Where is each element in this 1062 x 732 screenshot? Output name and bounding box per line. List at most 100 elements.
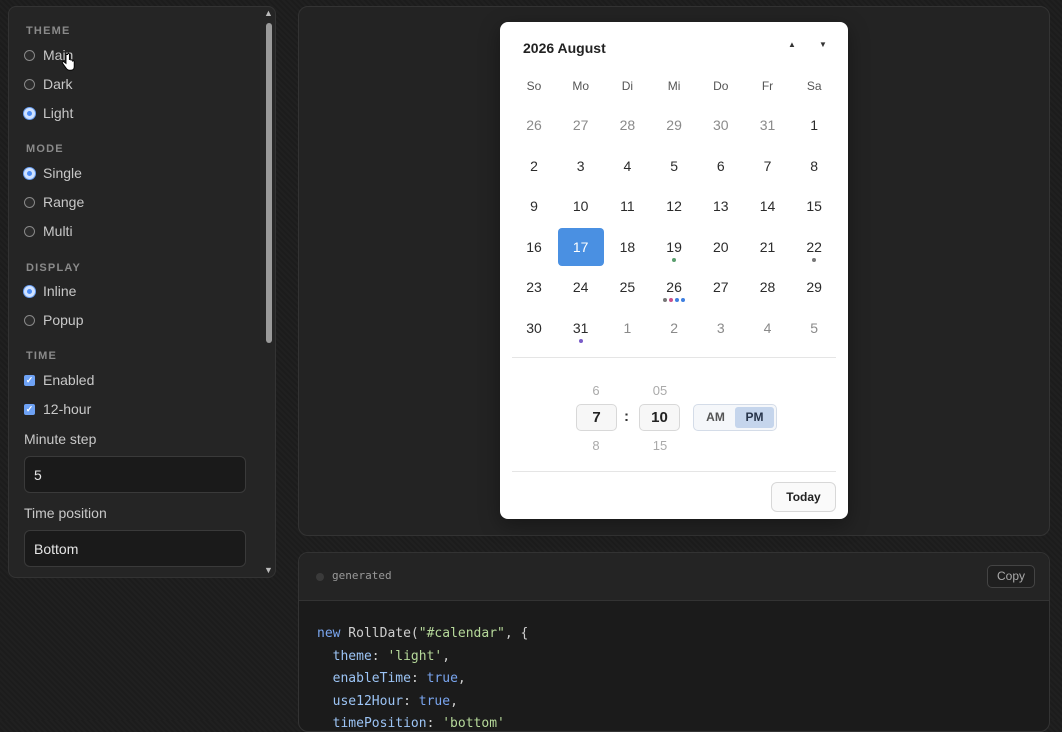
day-cell[interactable]: 4 xyxy=(745,309,791,347)
day-cell[interactable]: 2 xyxy=(651,309,697,347)
day-cell[interactable]: 18 xyxy=(604,228,650,266)
day-cell[interactable]: 10 xyxy=(558,187,604,225)
checkbox-time-enabled[interactable]: ✓ Enabled xyxy=(24,372,94,388)
code-line: new RollDate("#calendar", { xyxy=(317,626,529,641)
day-cell[interactable]: 19 xyxy=(651,228,697,266)
minute-input[interactable]: 10 xyxy=(639,404,680,431)
day-cell[interactable]: 11 xyxy=(604,187,650,225)
scroll-up-arrow-icon[interactable]: ▲ xyxy=(264,9,273,18)
checkbox-12-hour[interactable]: ✓ 12-hour xyxy=(24,401,91,417)
minute-next[interactable]: 15 xyxy=(639,438,681,453)
day-cell[interactable]: 29 xyxy=(791,268,837,306)
day-number: 30 xyxy=(713,117,729,133)
day-number: 8 xyxy=(810,157,819,174)
radio-checked-icon xyxy=(24,107,35,119)
day-cell[interactable]: 28 xyxy=(604,106,650,144)
hour-previous[interactable]: 6 xyxy=(575,383,617,398)
radio-label: Light xyxy=(43,105,74,121)
radio-label: Range xyxy=(43,194,85,210)
day-cell[interactable]: 5 xyxy=(651,147,697,185)
day-cell[interactable]: 9 xyxy=(511,187,557,225)
day-number: 12 xyxy=(666,198,682,215)
scroll-down-arrow-icon[interactable]: ▼ xyxy=(264,566,273,575)
scrollbar-thumb[interactable] xyxy=(266,23,272,343)
day-cell-selected[interactable]: 17 xyxy=(557,227,604,266)
radio-theme-light[interactable]: Light xyxy=(24,105,73,121)
day-cell[interactable]: 15 xyxy=(791,187,837,225)
radio-label: Popup xyxy=(43,312,84,328)
day-cell[interactable]: 6 xyxy=(698,147,744,185)
radio-display-inline[interactable]: Inline xyxy=(24,283,76,299)
code-panel-header: generated Copy xyxy=(299,553,1049,601)
event-dot-icon xyxy=(672,257,677,262)
day-cell[interactable]: 28 xyxy=(745,268,791,306)
checkmark-icon: ✓ xyxy=(24,403,35,415)
calendar-month-title[interactable]: 2026 August xyxy=(523,40,606,56)
day-number: 9 xyxy=(530,198,538,215)
day-cell[interactable]: 16 xyxy=(511,228,557,266)
next-month-arrow-icon[interactable]: ▼ xyxy=(819,40,827,49)
copy-button[interactable]: Copy xyxy=(987,565,1035,588)
minute-previous[interactable]: 05 xyxy=(639,383,681,398)
radio-mode-single[interactable]: Single xyxy=(24,165,82,181)
day-cell[interactable]: 22 xyxy=(791,228,837,266)
day-cell[interactable]: 13 xyxy=(698,187,744,225)
day-number: 28 xyxy=(759,279,776,296)
day-cell[interactable]: 23 xyxy=(511,268,557,306)
day-cell[interactable]: 12 xyxy=(651,187,697,225)
day-cell[interactable]: 27 xyxy=(698,268,744,306)
day-cell[interactable]: 26 xyxy=(651,268,697,306)
event-dot-icon xyxy=(669,298,674,303)
today-button[interactable]: Today xyxy=(771,482,836,512)
day-cell[interactable]: 5 xyxy=(791,309,837,347)
day-cell[interactable]: 7 xyxy=(745,147,791,185)
day-cell[interactable]: 25 xyxy=(604,268,650,306)
checkbox-label: 12-hour xyxy=(43,401,92,417)
time-position-select[interactable]: Bottom xyxy=(24,530,246,567)
hour-input[interactable]: 7 xyxy=(576,404,617,431)
radio-display-popup[interactable]: Popup xyxy=(24,312,83,328)
day-number: 26 xyxy=(526,117,542,133)
event-dots xyxy=(651,298,697,303)
radio-label: Dark xyxy=(43,76,73,92)
day-cell[interactable]: 31 xyxy=(745,106,791,144)
settings-panel: THEME Main Dark Light MODE Single Range … xyxy=(8,6,276,578)
day-cell[interactable]: 3 xyxy=(558,147,604,185)
day-cell[interactable]: 20 xyxy=(698,228,744,266)
day-number: 28 xyxy=(619,117,636,133)
day-cell[interactable]: 8 xyxy=(791,147,837,185)
day-cell[interactable]: 1 xyxy=(604,309,650,347)
radio-icon xyxy=(24,49,35,61)
day-cell[interactable]: 3 xyxy=(698,309,744,347)
radio-theme-dark[interactable]: Dark xyxy=(24,76,73,92)
day-cell[interactable]: 27 xyxy=(558,106,604,144)
day-number: 5 xyxy=(810,320,819,336)
radio-mode-multi[interactable]: Multi xyxy=(24,223,73,239)
radio-icon xyxy=(24,314,35,326)
day-number: 29 xyxy=(666,117,682,133)
day-cell[interactable]: 24 xyxy=(558,268,604,306)
day-cell[interactable]: 1 xyxy=(791,106,837,144)
day-number: 18 xyxy=(619,238,636,255)
section-title-time: TIME xyxy=(26,350,58,362)
hour-next[interactable]: 8 xyxy=(575,438,617,453)
radio-mode-range[interactable]: Range xyxy=(24,194,84,210)
minute-step-input[interactable]: 5 xyxy=(24,456,246,493)
day-cell[interactable]: 30 xyxy=(511,309,557,347)
day-cell[interactable]: 2 xyxy=(511,147,557,185)
day-cell[interactable]: 26 xyxy=(511,106,557,144)
day-number: 22 xyxy=(806,238,822,255)
prev-month-arrow-icon[interactable]: ▲ xyxy=(788,40,796,49)
pm-button[interactable]: PM xyxy=(735,407,774,428)
day-cell[interactable]: 4 xyxy=(604,147,650,185)
am-button[interactable]: AM xyxy=(696,407,735,428)
day-cell[interactable]: 14 xyxy=(745,187,791,225)
code-line: theme: 'light', xyxy=(332,648,451,664)
panel-scrollbar[interactable]: ▲ ▼ xyxy=(263,7,275,577)
day-cell[interactable]: 31 xyxy=(558,309,604,347)
day-cell[interactable]: 21 xyxy=(745,228,791,266)
day-number: 23 xyxy=(526,279,542,296)
day-cell[interactable]: 29 xyxy=(651,106,697,144)
event-dot-icon xyxy=(578,339,583,343)
day-cell[interactable]: 30 xyxy=(698,106,744,144)
